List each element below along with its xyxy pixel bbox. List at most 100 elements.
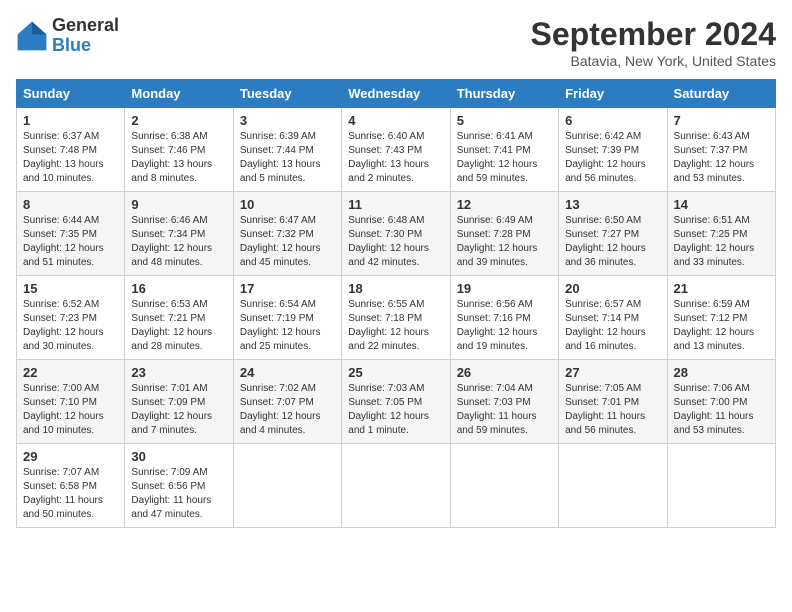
calendar-cell: 1 Sunrise: 6:37 AM Sunset: 7:48 PM Dayli… <box>17 108 125 192</box>
day-number: 6 <box>565 113 660 128</box>
daylight-label: Daylight: 11 hours and 53 minutes. <box>674 411 754 436</box>
calendar-cell: 27 Sunrise: 7:05 AM Sunset: 7:01 PM Dayl… <box>559 360 667 444</box>
sunset-label: Sunset: 7:18 PM <box>348 313 422 324</box>
day-number: 7 <box>674 113 769 128</box>
day-number: 3 <box>240 113 335 128</box>
day-number: 30 <box>131 449 226 464</box>
calendar-cell: 22 Sunrise: 7:00 AM Sunset: 7:10 PM Dayl… <box>17 360 125 444</box>
calendar-cell <box>450 444 558 528</box>
sunrise-label: Sunrise: 7:07 AM <box>23 467 99 478</box>
day-number: 27 <box>565 365 660 380</box>
sunrise-label: Sunrise: 7:09 AM <box>131 467 207 478</box>
day-info: Sunrise: 6:48 AM Sunset: 7:30 PM Dayligh… <box>348 214 443 270</box>
calendar-table: SundayMondayTuesdayWednesdayThursdayFrid… <box>16 79 776 528</box>
sunrise-label: Sunrise: 6:53 AM <box>131 299 207 310</box>
daylight-label: Daylight: 12 hours and 42 minutes. <box>348 243 429 268</box>
daylight-label: Daylight: 13 hours and 2 minutes. <box>348 159 429 184</box>
sunset-label: Sunset: 7:48 PM <box>23 145 97 156</box>
daylight-label: Daylight: 13 hours and 10 minutes. <box>23 159 104 184</box>
sunrise-label: Sunrise: 6:42 AM <box>565 131 641 142</box>
daylight-label: Daylight: 12 hours and 22 minutes. <box>348 327 429 352</box>
day-number: 2 <box>131 113 226 128</box>
calendar-cell <box>233 444 341 528</box>
sunset-label: Sunset: 7:34 PM <box>131 229 205 240</box>
daylight-label: Daylight: 12 hours and 36 minutes. <box>565 243 646 268</box>
daylight-label: Daylight: 12 hours and 48 minutes. <box>131 243 212 268</box>
day-number: 21 <box>674 281 769 296</box>
calendar-week-row: 8 Sunrise: 6:44 AM Sunset: 7:35 PM Dayli… <box>17 192 776 276</box>
calendar-week-row: 29 Sunrise: 7:07 AM Sunset: 6:58 PM Dayl… <box>17 444 776 528</box>
day-number: 16 <box>131 281 226 296</box>
title-section: September 2024 Batavia, New York, United… <box>531 16 776 69</box>
sunrise-label: Sunrise: 7:06 AM <box>674 383 750 394</box>
calendar-cell: 16 Sunrise: 6:53 AM Sunset: 7:21 PM Dayl… <box>125 276 233 360</box>
calendar-cell: 23 Sunrise: 7:01 AM Sunset: 7:09 PM Dayl… <box>125 360 233 444</box>
sunrise-label: Sunrise: 6:46 AM <box>131 215 207 226</box>
daylight-label: Daylight: 12 hours and 45 minutes. <box>240 243 321 268</box>
sunset-label: Sunset: 7:46 PM <box>131 145 205 156</box>
day-info: Sunrise: 7:05 AM Sunset: 7:01 PM Dayligh… <box>565 382 660 438</box>
weekday-header: Sunday <box>17 80 125 108</box>
calendar-cell: 4 Sunrise: 6:40 AM Sunset: 7:43 PM Dayli… <box>342 108 450 192</box>
daylight-label: Daylight: 12 hours and 16 minutes. <box>565 327 646 352</box>
day-info: Sunrise: 6:51 AM Sunset: 7:25 PM Dayligh… <box>674 214 769 270</box>
calendar-week-row: 15 Sunrise: 6:52 AM Sunset: 7:23 PM Dayl… <box>17 276 776 360</box>
day-info: Sunrise: 6:53 AM Sunset: 7:21 PM Dayligh… <box>131 298 226 354</box>
sunrise-label: Sunrise: 6:49 AM <box>457 215 533 226</box>
sunset-label: Sunset: 7:43 PM <box>348 145 422 156</box>
sunset-label: Sunset: 7:35 PM <box>23 229 97 240</box>
day-number: 22 <box>23 365 118 380</box>
day-number: 28 <box>674 365 769 380</box>
sunset-label: Sunset: 7:03 PM <box>457 397 531 408</box>
sunrise-label: Sunrise: 6:39 AM <box>240 131 316 142</box>
sunset-label: Sunset: 7:19 PM <box>240 313 314 324</box>
calendar-cell: 11 Sunrise: 6:48 AM Sunset: 7:30 PM Dayl… <box>342 192 450 276</box>
sunset-label: Sunset: 7:30 PM <box>348 229 422 240</box>
daylight-label: Daylight: 13 hours and 8 minutes. <box>131 159 212 184</box>
sunrise-label: Sunrise: 6:40 AM <box>348 131 424 142</box>
calendar-cell <box>667 444 775 528</box>
day-number: 5 <box>457 113 552 128</box>
calendar-cell: 5 Sunrise: 6:41 AM Sunset: 7:41 PM Dayli… <box>450 108 558 192</box>
day-number: 26 <box>457 365 552 380</box>
day-info: Sunrise: 7:02 AM Sunset: 7:07 PM Dayligh… <box>240 382 335 438</box>
day-info: Sunrise: 6:54 AM Sunset: 7:19 PM Dayligh… <box>240 298 335 354</box>
sunset-label: Sunset: 7:27 PM <box>565 229 639 240</box>
sunrise-label: Sunrise: 6:47 AM <box>240 215 316 226</box>
daylight-label: Daylight: 12 hours and 19 minutes. <box>457 327 538 352</box>
weekday-header: Wednesday <box>342 80 450 108</box>
day-number: 25 <box>348 365 443 380</box>
calendar-cell: 9 Sunrise: 6:46 AM Sunset: 7:34 PM Dayli… <box>125 192 233 276</box>
sunrise-label: Sunrise: 6:51 AM <box>674 215 750 226</box>
header-row: SundayMondayTuesdayWednesdayThursdayFrid… <box>17 80 776 108</box>
page-header: General Blue September 2024 Batavia, New… <box>16 16 776 69</box>
day-info: Sunrise: 7:04 AM Sunset: 7:03 PM Dayligh… <box>457 382 552 438</box>
day-number: 4 <box>348 113 443 128</box>
daylight-label: Daylight: 12 hours and 28 minutes. <box>131 327 212 352</box>
sunset-label: Sunset: 6:56 PM <box>131 481 205 492</box>
daylight-label: Daylight: 12 hours and 56 minutes. <box>565 159 646 184</box>
calendar-cell: 6 Sunrise: 6:42 AM Sunset: 7:39 PM Dayli… <box>559 108 667 192</box>
sunrise-label: Sunrise: 6:52 AM <box>23 299 99 310</box>
day-number: 17 <box>240 281 335 296</box>
day-info: Sunrise: 6:43 AM Sunset: 7:37 PM Dayligh… <box>674 130 769 186</box>
logo-icon <box>16 20 48 52</box>
sunrise-label: Sunrise: 6:43 AM <box>674 131 750 142</box>
calendar-cell: 21 Sunrise: 6:59 AM Sunset: 7:12 PM Dayl… <box>667 276 775 360</box>
sunset-label: Sunset: 6:58 PM <box>23 481 97 492</box>
sunset-label: Sunset: 7:23 PM <box>23 313 97 324</box>
sunrise-label: Sunrise: 6:59 AM <box>674 299 750 310</box>
day-info: Sunrise: 6:57 AM Sunset: 7:14 PM Dayligh… <box>565 298 660 354</box>
day-number: 24 <box>240 365 335 380</box>
daylight-label: Daylight: 11 hours and 47 minutes. <box>131 495 211 520</box>
daylight-label: Daylight: 12 hours and 51 minutes. <box>23 243 104 268</box>
calendar-cell: 24 Sunrise: 7:02 AM Sunset: 7:07 PM Dayl… <box>233 360 341 444</box>
calendar-cell: 20 Sunrise: 6:57 AM Sunset: 7:14 PM Dayl… <box>559 276 667 360</box>
daylight-label: Daylight: 12 hours and 53 minutes. <box>674 159 755 184</box>
day-info: Sunrise: 6:37 AM Sunset: 7:48 PM Dayligh… <box>23 130 118 186</box>
day-number: 13 <box>565 197 660 212</box>
calendar-cell: 13 Sunrise: 6:50 AM Sunset: 7:27 PM Dayl… <box>559 192 667 276</box>
sunrise-label: Sunrise: 7:05 AM <box>565 383 641 394</box>
sunset-label: Sunset: 7:10 PM <box>23 397 97 408</box>
day-info: Sunrise: 6:42 AM Sunset: 7:39 PM Dayligh… <box>565 130 660 186</box>
